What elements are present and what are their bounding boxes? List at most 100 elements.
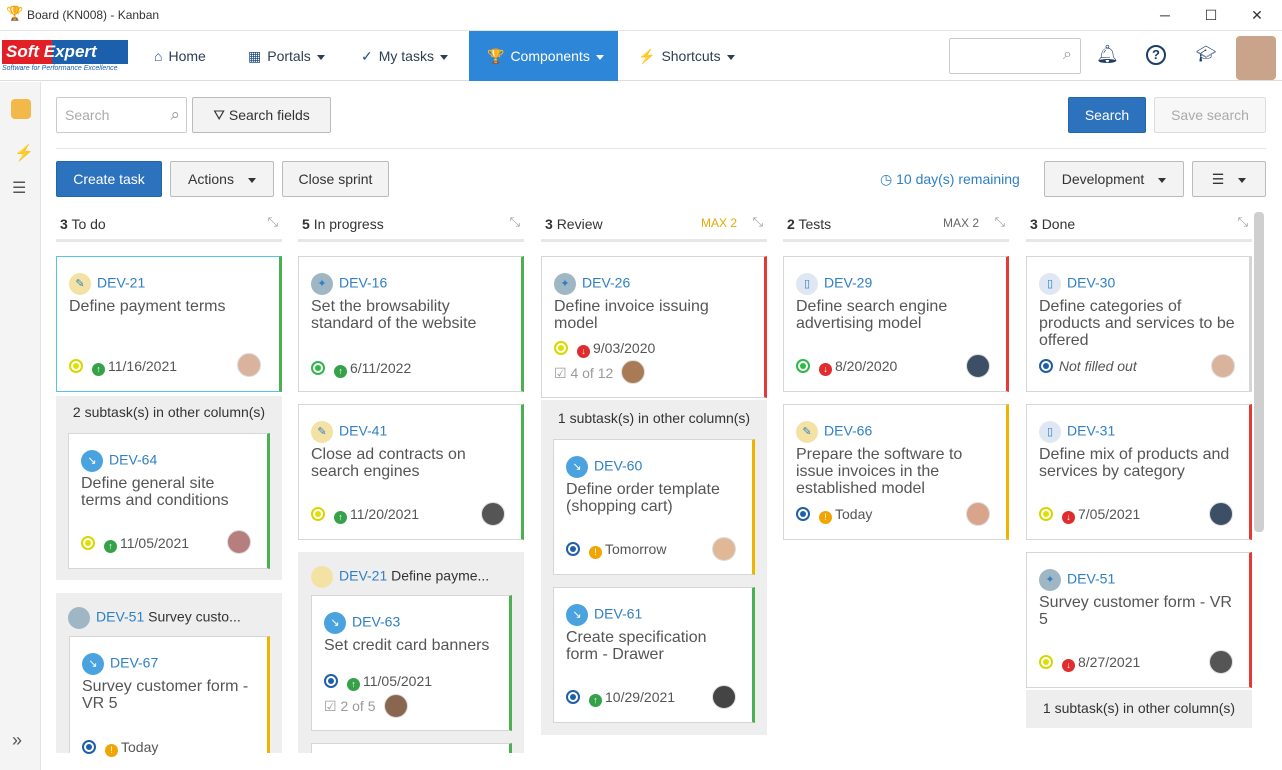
task-card[interactable]: ↘ DEV-64 Define general site terms and co… <box>68 433 270 569</box>
arrow-up-icon: ↑ <box>334 365 347 378</box>
nav-components[interactable]: 🏆 Components <box>469 31 618 81</box>
save-search-button[interactable]: Save search <box>1154 97 1266 133</box>
create-task-button[interactable]: Create task <box>56 161 162 197</box>
clock-icon: ◷ <box>880 171 897 187</box>
column-header-in-progress: 5 In progress ⤡ <box>298 212 524 242</box>
task-card[interactable]: ✎ DEV-21 Define payment terms ↑ 11/16/2021 <box>56 256 282 392</box>
collapse-icon[interactable]: ⤡ <box>753 214 763 230</box>
task-type-icon: ✦ <box>554 273 576 295</box>
subtask-note: 2 subtask(s) in other column(s) <box>72 404 266 420</box>
search-input[interactable]: Search ⌕ <box>56 97 187 133</box>
task-card[interactable]: ✎ DEV-41 Close ad contracts on search eng… <box>298 404 524 540</box>
view-options-dropdown[interactable]: ☰ <box>1192 161 1266 197</box>
sprint-remaining: ◷ 10 day(s) remaining <box>880 171 1020 187</box>
task-card[interactable] <box>311 743 512 753</box>
column-header-done: 3 Done ⤡ <box>1026 212 1252 242</box>
chevron-down-icon <box>1158 177 1167 183</box>
nav-portals[interactable]: ▦ Portals <box>248 31 338 81</box>
filter-icon[interactable]: ☰ <box>12 178 26 198</box>
task-card[interactable]: ▯ DEV-30 Define categories of products an… <box>1026 256 1252 392</box>
nav-shortcuts[interactable]: ⚡ Shortcuts <box>638 31 738 81</box>
group-header[interactable]: DEV-51 Survey custo... <box>68 607 241 629</box>
task-type-icon <box>311 566 333 588</box>
task-type-icon: ✎ <box>311 421 333 443</box>
collapse-icon[interactable]: ⤡ <box>1238 214 1248 230</box>
search-icon: ⌕ <box>170 105 180 124</box>
priority-icon <box>311 507 325 521</box>
task-type-icon: ↘ <box>566 456 588 478</box>
actions-dropdown[interactable]: Actions <box>170 161 274 197</box>
minimize-button[interactable]: ─ <box>1154 4 1176 26</box>
softexpert-logo[interactable]: Soft Expert Software for Performance Exc… <box>2 38 130 74</box>
task-type-icon: ↘ <box>81 450 103 472</box>
arrow-down-icon: ↓ <box>1062 511 1075 524</box>
task-card[interactable]: ↘ DEV-63 Set credit card banners ↑ 11/05/2… <box>311 595 512 731</box>
priority-icon <box>1039 359 1053 373</box>
subtask-note: 1 subtask(s) in other column(s) <box>557 410 751 426</box>
task-card[interactable]: ↘ DEV-67 Survey customer form - VR 5 ! Tod… <box>69 636 270 757</box>
column-header-todo: 3 To do ⤡ <box>56 212 282 242</box>
trophy-icon: 🏆 <box>6 5 24 21</box>
logo-text: Soft Expert <box>6 42 97 61</box>
bell-icon[interactable]: 🔔︎ <box>1096 44 1119 65</box>
search-fields-button[interactable]: ⛛ Search fields <box>192 97 331 133</box>
arrow-up-icon: ↑ <box>589 694 602 707</box>
checklist-icon: ☑ <box>324 698 341 714</box>
collapse-icon[interactable]: ⤡ <box>268 214 278 230</box>
list-icon: ☰ <box>1211 171 1225 187</box>
chevron-down-icon <box>726 54 735 60</box>
subtask-note: 1 subtask(s) in other column(s) <box>1042 700 1236 716</box>
collapse-icon[interactable]: ⤡ <box>510 214 520 230</box>
task-card[interactable]: ✎ DEV-66 Prepare the software to issue in… <box>783 404 1009 540</box>
expand-sidebar-icon[interactable]: » <box>12 730 22 751</box>
checklist-icon: ☑ <box>554 365 571 381</box>
lightning-icon[interactable]: ⚡ <box>14 143 34 163</box>
global-search-input[interactable]: ⌕ <box>949 38 1081 74</box>
task-card[interactable]: ▯ DEV-29 Define search engine advertising… <box>783 256 1009 392</box>
user-avatar[interactable] <box>1236 36 1276 80</box>
task-type-icon <box>68 607 90 629</box>
lightning-icon: ⚡ <box>638 48 656 64</box>
task-type-icon: ✦ <box>311 273 333 295</box>
scrollbar[interactable] <box>1254 212 1264 532</box>
chevron-down-icon <box>247 177 256 183</box>
wip-limit: MAX 2 <box>942 216 979 230</box>
task-card[interactable]: ✦ DEV-51 Survey customer form - VR 5 ↓ 8/2… <box>1026 552 1252 688</box>
logo-tagline: Software for Performance Excellence <box>2 65 118 72</box>
avatar <box>966 354 990 378</box>
help-icon[interactable]: ? <box>1146 45 1166 65</box>
board-select[interactable]: Development <box>1044 161 1184 197</box>
close-sprint-button[interactable]: Close sprint <box>282 161 389 197</box>
close-window-button[interactable]: ✕ <box>1246 4 1268 26</box>
arrow-down-icon: ↓ <box>819 363 832 376</box>
collapse-icon[interactable]: ⤡ <box>995 214 1005 230</box>
task-type-icon: ✎ <box>796 421 818 443</box>
avatar <box>1209 650 1233 674</box>
search-button[interactable]: Search <box>1068 97 1146 133</box>
task-type-icon: ▯ <box>796 273 818 295</box>
avatar <box>384 694 408 718</box>
maximize-button[interactable]: ☐ <box>1200 4 1222 26</box>
task-card[interactable]: ▯ DEV-31 Define mix of products and servi… <box>1026 404 1252 540</box>
arrow-up-icon: ↑ <box>104 540 117 553</box>
nav-my-tasks[interactable]: ✓ My tasks <box>361 31 461 81</box>
group-header[interactable]: DEV-21 Define payme... <box>311 566 489 588</box>
task-card[interactable]: ↘ DEV-60 Define order template (shopping … <box>553 439 755 575</box>
priority-icon <box>82 740 96 754</box>
task-card[interactable]: ✦ DEV-16 Set the browsability standard of… <box>298 256 524 392</box>
avatar <box>227 530 251 554</box>
chevron-down-icon <box>439 54 448 60</box>
graduation-cap-icon[interactable]: 🎓︎ <box>1196 44 1216 64</box>
arrow-up-icon: ↑ <box>92 363 105 376</box>
task-card[interactable]: ↘ DEV-61 Create specification form - Draw… <box>553 587 755 723</box>
task-type-icon: ▯ <box>1039 421 1061 443</box>
nav-home[interactable]: ⌂ Home <box>154 31 224 81</box>
priority-icon <box>796 507 810 521</box>
arrow-up-icon: ↑ <box>334 511 347 524</box>
task-card[interactable]: ✦ DEV-26 Define invoice issuing model ↓ 9/… <box>541 256 767 398</box>
avatar <box>712 537 736 561</box>
board-icon[interactable] <box>11 99 31 119</box>
avatar <box>966 502 990 526</box>
trophy-icon: 🏆 <box>487 48 505 64</box>
priority-icon <box>566 690 580 704</box>
